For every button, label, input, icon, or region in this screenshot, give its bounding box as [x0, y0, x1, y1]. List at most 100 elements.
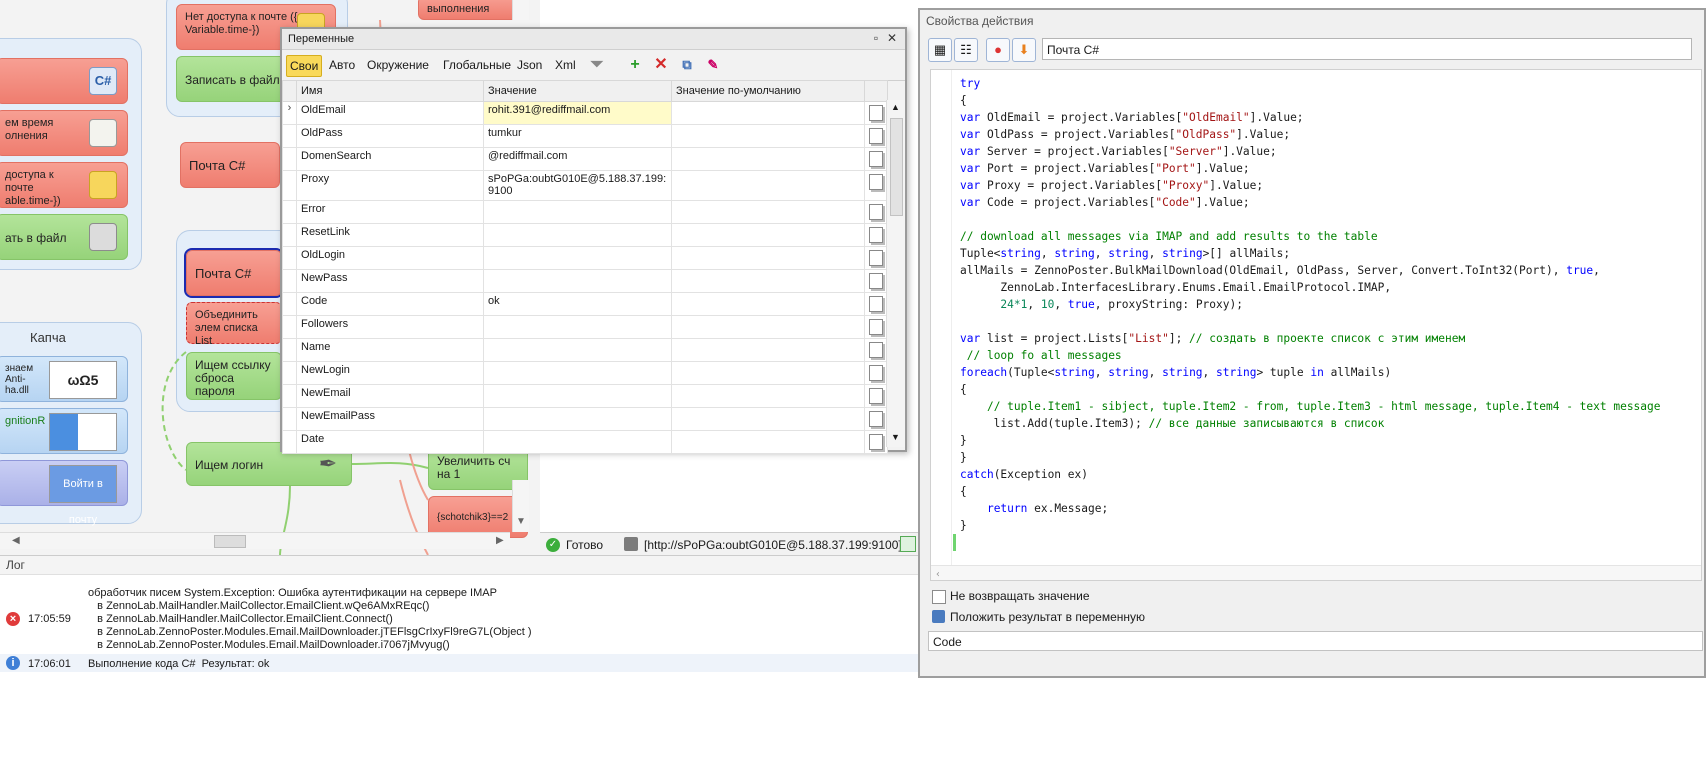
variable-value-cell[interactable]	[483, 315, 672, 339]
table-row[interactable]: Error	[282, 200, 888, 224]
copy-cell[interactable]	[864, 292, 888, 316]
table-row[interactable]: DomenSearch @rediffmail.com	[282, 147, 888, 171]
action-name-input[interactable]: Почта C#	[1042, 38, 1692, 60]
restore-icon[interactable]: ▫	[869, 31, 883, 45]
variable-default-cell[interactable]	[671, 246, 865, 270]
variable-default-cell[interactable]	[671, 101, 865, 125]
variable-default-cell[interactable]	[671, 269, 865, 293]
scroll-left-arrow-icon[interactable]: ‹	[935, 566, 941, 580]
arrow-down-icon[interactable]: ⬇	[1012, 38, 1036, 62]
scroll-right-arrow-icon[interactable]: ▶	[496, 535, 504, 546]
table-row[interactable]: NewEmailPass	[282, 407, 888, 431]
variable-name-cell[interactable]: NewPass	[296, 269, 484, 293]
table-row[interactable]: Name	[282, 338, 888, 362]
table-row[interactable]: Code ok	[282, 292, 888, 316]
variable-value-cell[interactable]: @rediffmail.com	[483, 147, 672, 171]
variable-name-cell[interactable]: NewEmailPass	[296, 407, 484, 431]
variable-name-cell[interactable]: Name	[296, 338, 484, 362]
variable-value-cell[interactable]	[483, 430, 672, 454]
no-return-checkbox[interactable]	[932, 590, 946, 604]
table-row[interactable]: ResetLink	[282, 223, 888, 247]
code-horizontal-scrollbar[interactable]: ‹	[931, 565, 1701, 580]
variable-default-cell[interactable]	[671, 430, 865, 454]
variable-default-cell[interactable]	[671, 147, 865, 171]
copy-value-icon[interactable]	[869, 128, 883, 144]
scroll-up-arrow-icon[interactable]: ▲	[891, 102, 900, 112]
variable-name-cell[interactable]: NewLogin	[296, 361, 484, 385]
column-header-default[interactable]: Значение по-умолчанию	[671, 80, 865, 102]
copy-value-icon[interactable]	[869, 319, 883, 335]
copy-cell[interactable]	[864, 223, 888, 247]
variable-value-cell[interactable]	[483, 361, 672, 385]
code-editor[interactable]: try {var OldEmail = project.Variables["Ol…	[930, 69, 1702, 581]
variable-name-cell[interactable]: OldPass	[296, 124, 484, 148]
stop-icon[interactable]: ●	[986, 38, 1010, 62]
table-row[interactable]: OldLogin	[282, 246, 888, 270]
scroll-thumb[interactable]	[890, 118, 903, 216]
column-header-value[interactable]: Значение	[483, 80, 672, 102]
copy-value-icon[interactable]	[869, 411, 883, 427]
result-variable-input[interactable]: Code	[928, 631, 1703, 651]
expand-icon[interactable]	[900, 536, 916, 552]
table-row[interactable]: › OldEmail rohit.391@rediffmail.com	[282, 101, 888, 125]
copy-cell[interactable]	[864, 430, 888, 454]
scroll-thumb[interactable]	[214, 535, 246, 548]
copy-value-icon[interactable]	[869, 434, 883, 450]
copy-cell[interactable]	[864, 384, 888, 408]
variable-default-cell[interactable]	[671, 315, 865, 339]
tab-auto[interactable]: Авто	[326, 55, 358, 75]
delete-icon[interactable]: ✕	[652, 56, 670, 74]
copy-value-icon[interactable]	[869, 105, 883, 121]
variable-value-cell[interactable]	[483, 246, 672, 270]
tab-xml[interactable]: Xml	[552, 55, 579, 75]
canvas-vertical-scrollbar[interactable]: ▼	[512, 480, 529, 532]
variable-value-cell[interactable]: tumkur	[483, 124, 672, 148]
copy-cell[interactable]	[864, 200, 888, 224]
copy-value-icon[interactable]	[869, 174, 883, 190]
column-header-name[interactable]: Имя	[296, 80, 484, 102]
add-icon[interactable]: +	[626, 56, 644, 74]
variable-default-cell[interactable]	[671, 170, 865, 201]
copy-cell[interactable]	[864, 315, 888, 339]
table-row[interactable]: NewEmail	[282, 384, 888, 408]
variable-name-cell[interactable]: NewEmail	[296, 384, 484, 408]
copy-value-icon[interactable]	[869, 250, 883, 266]
variable-value-cell[interactable]: ok	[483, 292, 672, 316]
eraser-icon[interactable]: ✎	[704, 56, 722, 74]
scroll-down-arrow-icon[interactable]: ▼	[891, 432, 900, 442]
variable-default-cell[interactable]	[671, 292, 865, 316]
copy-value-icon[interactable]	[869, 227, 883, 243]
variable-name-cell[interactable]: Error	[296, 200, 484, 224]
variable-default-cell[interactable]	[671, 361, 865, 385]
tab-environment[interactable]: Окружение	[364, 55, 432, 75]
filter-icon[interactable]: ⏷	[588, 56, 606, 74]
variable-name-cell[interactable]: Proxy	[296, 170, 484, 201]
variable-default-cell[interactable]	[671, 384, 865, 408]
copy-cell[interactable]	[864, 124, 888, 148]
copy-icon[interactable]: ⧉	[678, 56, 696, 74]
variables-titlebar[interactable]: Переменные ▫ ✕	[282, 29, 905, 50]
copy-value-icon[interactable]	[869, 342, 883, 358]
variable-name-cell[interactable]: Followers	[296, 315, 484, 339]
variable-default-cell[interactable]	[671, 338, 865, 362]
variable-value-cell[interactable]	[483, 223, 672, 247]
scroll-left-arrow-icon[interactable]: ◀	[12, 535, 20, 546]
table-row[interactable]: Followers	[282, 315, 888, 339]
copy-cell[interactable]	[864, 170, 888, 201]
table-row[interactable]: Date	[282, 430, 888, 454]
copy-cell[interactable]	[864, 338, 888, 362]
table-row[interactable]: OldPass tumkur	[282, 124, 888, 148]
settings-icon[interactable]: ☷	[954, 38, 978, 62]
copy-value-icon[interactable]	[869, 273, 883, 289]
variable-name-cell[interactable]: OldLogin	[296, 246, 484, 270]
tab-own[interactable]: Свои	[286, 55, 323, 77]
table-row[interactable]: NewLogin	[282, 361, 888, 385]
grid-view-icon[interactable]: ▦	[928, 38, 952, 62]
variable-name-cell[interactable]: Date	[296, 430, 484, 454]
copy-cell[interactable]	[864, 269, 888, 293]
variable-value-cell[interactable]	[483, 200, 672, 224]
variable-value-cell[interactable]: rohit.391@rediffmail.com	[483, 101, 672, 125]
variables-scrollbar[interactable]: ▲ ▼	[886, 100, 905, 447]
copy-value-icon[interactable]	[869, 388, 883, 404]
variable-name-cell[interactable]: Code	[296, 292, 484, 316]
